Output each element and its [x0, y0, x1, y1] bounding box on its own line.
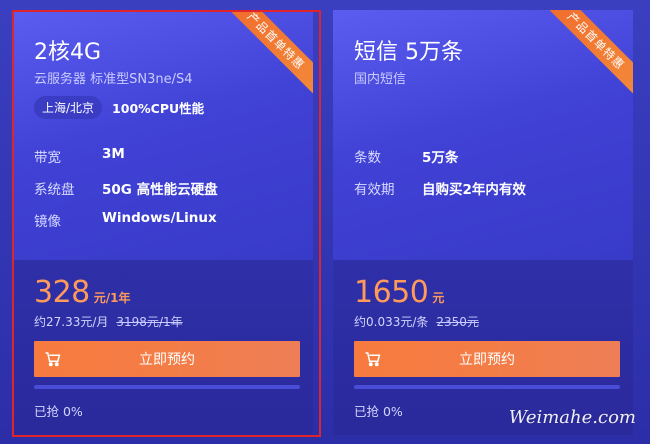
- price-block: 328 元/1年: [34, 275, 131, 310]
- sold-percentage: 已抢 0%: [354, 404, 403, 419]
- product-card-cvm[interactable]: 产品首单特惠 2核4G 云服务器 标准型SN3ne/S4 上海/北京 100%C…: [13, 10, 313, 435]
- card-subtitle: 云服务器 标准型SN3ne/S4: [34, 72, 193, 87]
- cart-icon: [365, 352, 381, 367]
- spec-row-image: 镜像 Windows/Linux: [34, 210, 217, 230]
- spec-value: 50G 高性能云硬盘: [102, 182, 218, 198]
- reserve-button[interactable]: 立即预约: [354, 341, 620, 377]
- spec-label: 系统盘: [34, 182, 75, 198]
- spec-label: 镜像: [34, 214, 61, 230]
- reserve-button-label: 立即预约: [459, 352, 515, 368]
- spec-value: 5万条: [422, 150, 459, 166]
- sold-percentage: 已抢 0%: [34, 404, 83, 419]
- product-card-sms[interactable]: 产品首单特惠 短信 5万条 国内短信 条数 5万条 有效期 自购买2年内有效 1…: [333, 10, 633, 435]
- price-value: 328: [34, 275, 90, 310]
- spec-value: 自购买2年内有效: [422, 182, 526, 198]
- sales-progress-bar: [354, 385, 620, 389]
- price-unit: 元/1年: [93, 291, 131, 305]
- spec-row-disk: 系统盘 50G 高性能云硬盘: [34, 178, 218, 198]
- card-subtitle: 国内短信: [354, 72, 407, 87]
- watermark: Weimahe.com: [508, 407, 636, 428]
- spec-label: 带宽: [34, 150, 61, 166]
- price-detail: 约27.33元/月 3198元/1年: [34, 313, 183, 330]
- region-chip: 上海/北京: [34, 96, 103, 119]
- spec-label: 条数: [354, 150, 381, 166]
- price-block: 1650 元: [354, 275, 444, 310]
- reserve-button[interactable]: 立即预约: [34, 341, 300, 377]
- spec-row-validity: 有效期 自购买2年内有效: [354, 178, 526, 198]
- original-price: 3198元/1年: [116, 315, 183, 329]
- spec-label: 有效期: [354, 182, 395, 198]
- unit-price: 约0.033元/条: [354, 315, 429, 329]
- spec-row-bandwidth: 带宽 3M: [34, 146, 125, 166]
- sales-progress-bar: [34, 385, 300, 389]
- original-price: 2350元: [436, 315, 479, 329]
- spec-value: 3M: [102, 146, 125, 162]
- cart-icon: [45, 352, 61, 367]
- cpu-performance-label: 100%CPU性能: [112, 101, 205, 116]
- card-title: 短信 5万条: [354, 40, 463, 65]
- monthly-price: 约27.33元/月: [34, 315, 109, 329]
- card-title: 2核4G: [34, 40, 102, 65]
- spec-row-count: 条数 5万条: [354, 146, 458, 166]
- spec-value: Windows/Linux: [102, 210, 217, 226]
- price-detail: 约0.033元/条 2350元: [354, 313, 479, 330]
- reserve-button-label: 立即预约: [139, 352, 195, 368]
- price-value: 1650: [354, 275, 429, 310]
- price-unit: 元: [432, 291, 445, 305]
- region-chips: 上海/北京 100%CPU性能: [34, 96, 204, 119]
